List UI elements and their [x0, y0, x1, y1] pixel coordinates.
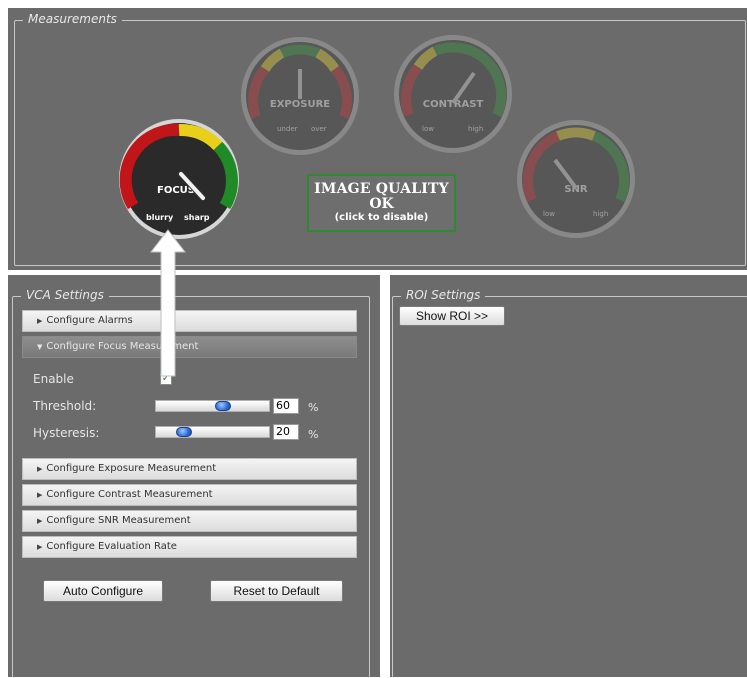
vca-legend: VCA Settings	[21, 288, 109, 302]
gauge-focus: FOCUS blurry sharp	[118, 118, 240, 240]
accordion-configure-contrast[interactable]: ▶ Configure Contrast Measurement	[22, 484, 357, 506]
accordion-label: Configure Contrast Measurement	[46, 489, 213, 500]
threshold-slider[interactable]	[155, 400, 270, 412]
annotation-arrow-icon	[149, 229, 187, 377]
threshold-unit: %	[308, 401, 319, 414]
accordion-configure-focus[interactable]: ▼ Configure Focus Measurement	[22, 336, 357, 358]
accordion-configure-evaluation-rate[interactable]: ▶ Configure Evaluation Rate	[22, 536, 357, 558]
svg-text:under: under	[277, 125, 298, 133]
svg-text:low: low	[422, 125, 434, 133]
hysteresis-slider[interactable]	[155, 426, 270, 438]
gauge-snr: SNR low high	[515, 118, 637, 240]
accordion-configure-alarms[interactable]: ▶ Configure Alarms	[22, 310, 357, 332]
threshold-label: Threshold:	[33, 399, 97, 413]
focus-settings-content: Enable ✓ Threshold: 60 % Hysteresis: 20 …	[22, 358, 357, 456]
image-quality-title: IMAGE QUALITY	[314, 181, 449, 197]
collapsed-arrow-icon: ▶	[37, 465, 43, 473]
show-roi-button[interactable]: Show ROI >>	[399, 306, 505, 326]
hysteresis-label: Hysteresis:	[33, 426, 100, 440]
collapsed-arrow-icon: ▶	[37, 517, 43, 525]
accordion-label: Configure Exposure Measurement	[46, 463, 217, 474]
accordion-label: Configure SNR Measurement	[46, 515, 191, 526]
threshold-input[interactable]: 60	[273, 398, 299, 414]
collapsed-arrow-icon: ▶	[37, 317, 43, 325]
roi-fieldset: ROI Settings	[392, 288, 747, 678]
svg-text:sharp: sharp	[184, 213, 210, 222]
svg-text:high: high	[468, 125, 483, 133]
enable-label: Enable	[33, 372, 74, 386]
hysteresis-input[interactable]: 20	[273, 424, 299, 440]
image-quality-hint: (click to disable)	[334, 212, 429, 223]
svg-text:blurry: blurry	[146, 213, 174, 222]
roi-legend: ROI Settings	[401, 288, 486, 302]
accordion-label: Configure Alarms	[46, 315, 133, 326]
accordion-label: Configure Evaluation Rate	[46, 541, 177, 552]
measurements-legend: Measurements	[23, 12, 122, 26]
auto-configure-button[interactable]: Auto Configure	[43, 580, 163, 602]
gauge-exposure: EXPOSURE under over	[239, 35, 361, 157]
image-quality-toggle[interactable]: IMAGE QUALITY OK (click to disable)	[307, 174, 456, 232]
accordion-configure-snr[interactable]: ▶ Configure SNR Measurement	[22, 510, 357, 532]
expanded-arrow-icon: ▼	[37, 343, 43, 351]
reset-to-default-button[interactable]: Reset to Default	[210, 580, 343, 602]
accordion-configure-exposure[interactable]: ▶ Configure Exposure Measurement	[22, 458, 357, 480]
hysteresis-slider-thumb[interactable]	[176, 427, 192, 437]
hysteresis-unit: %	[308, 428, 319, 441]
svg-text:low: low	[543, 210, 555, 218]
svg-text:high: high	[593, 210, 608, 218]
image-quality-status: OK	[369, 196, 394, 212]
gauge-contrast: CONTRAST low high	[392, 33, 514, 155]
collapsed-arrow-icon: ▶	[37, 491, 43, 499]
collapsed-arrow-icon: ▶	[37, 543, 43, 551]
threshold-slider-thumb[interactable]	[215, 401, 231, 411]
svg-text:EXPOSURE: EXPOSURE	[270, 99, 330, 110]
svg-text:over: over	[311, 125, 327, 133]
